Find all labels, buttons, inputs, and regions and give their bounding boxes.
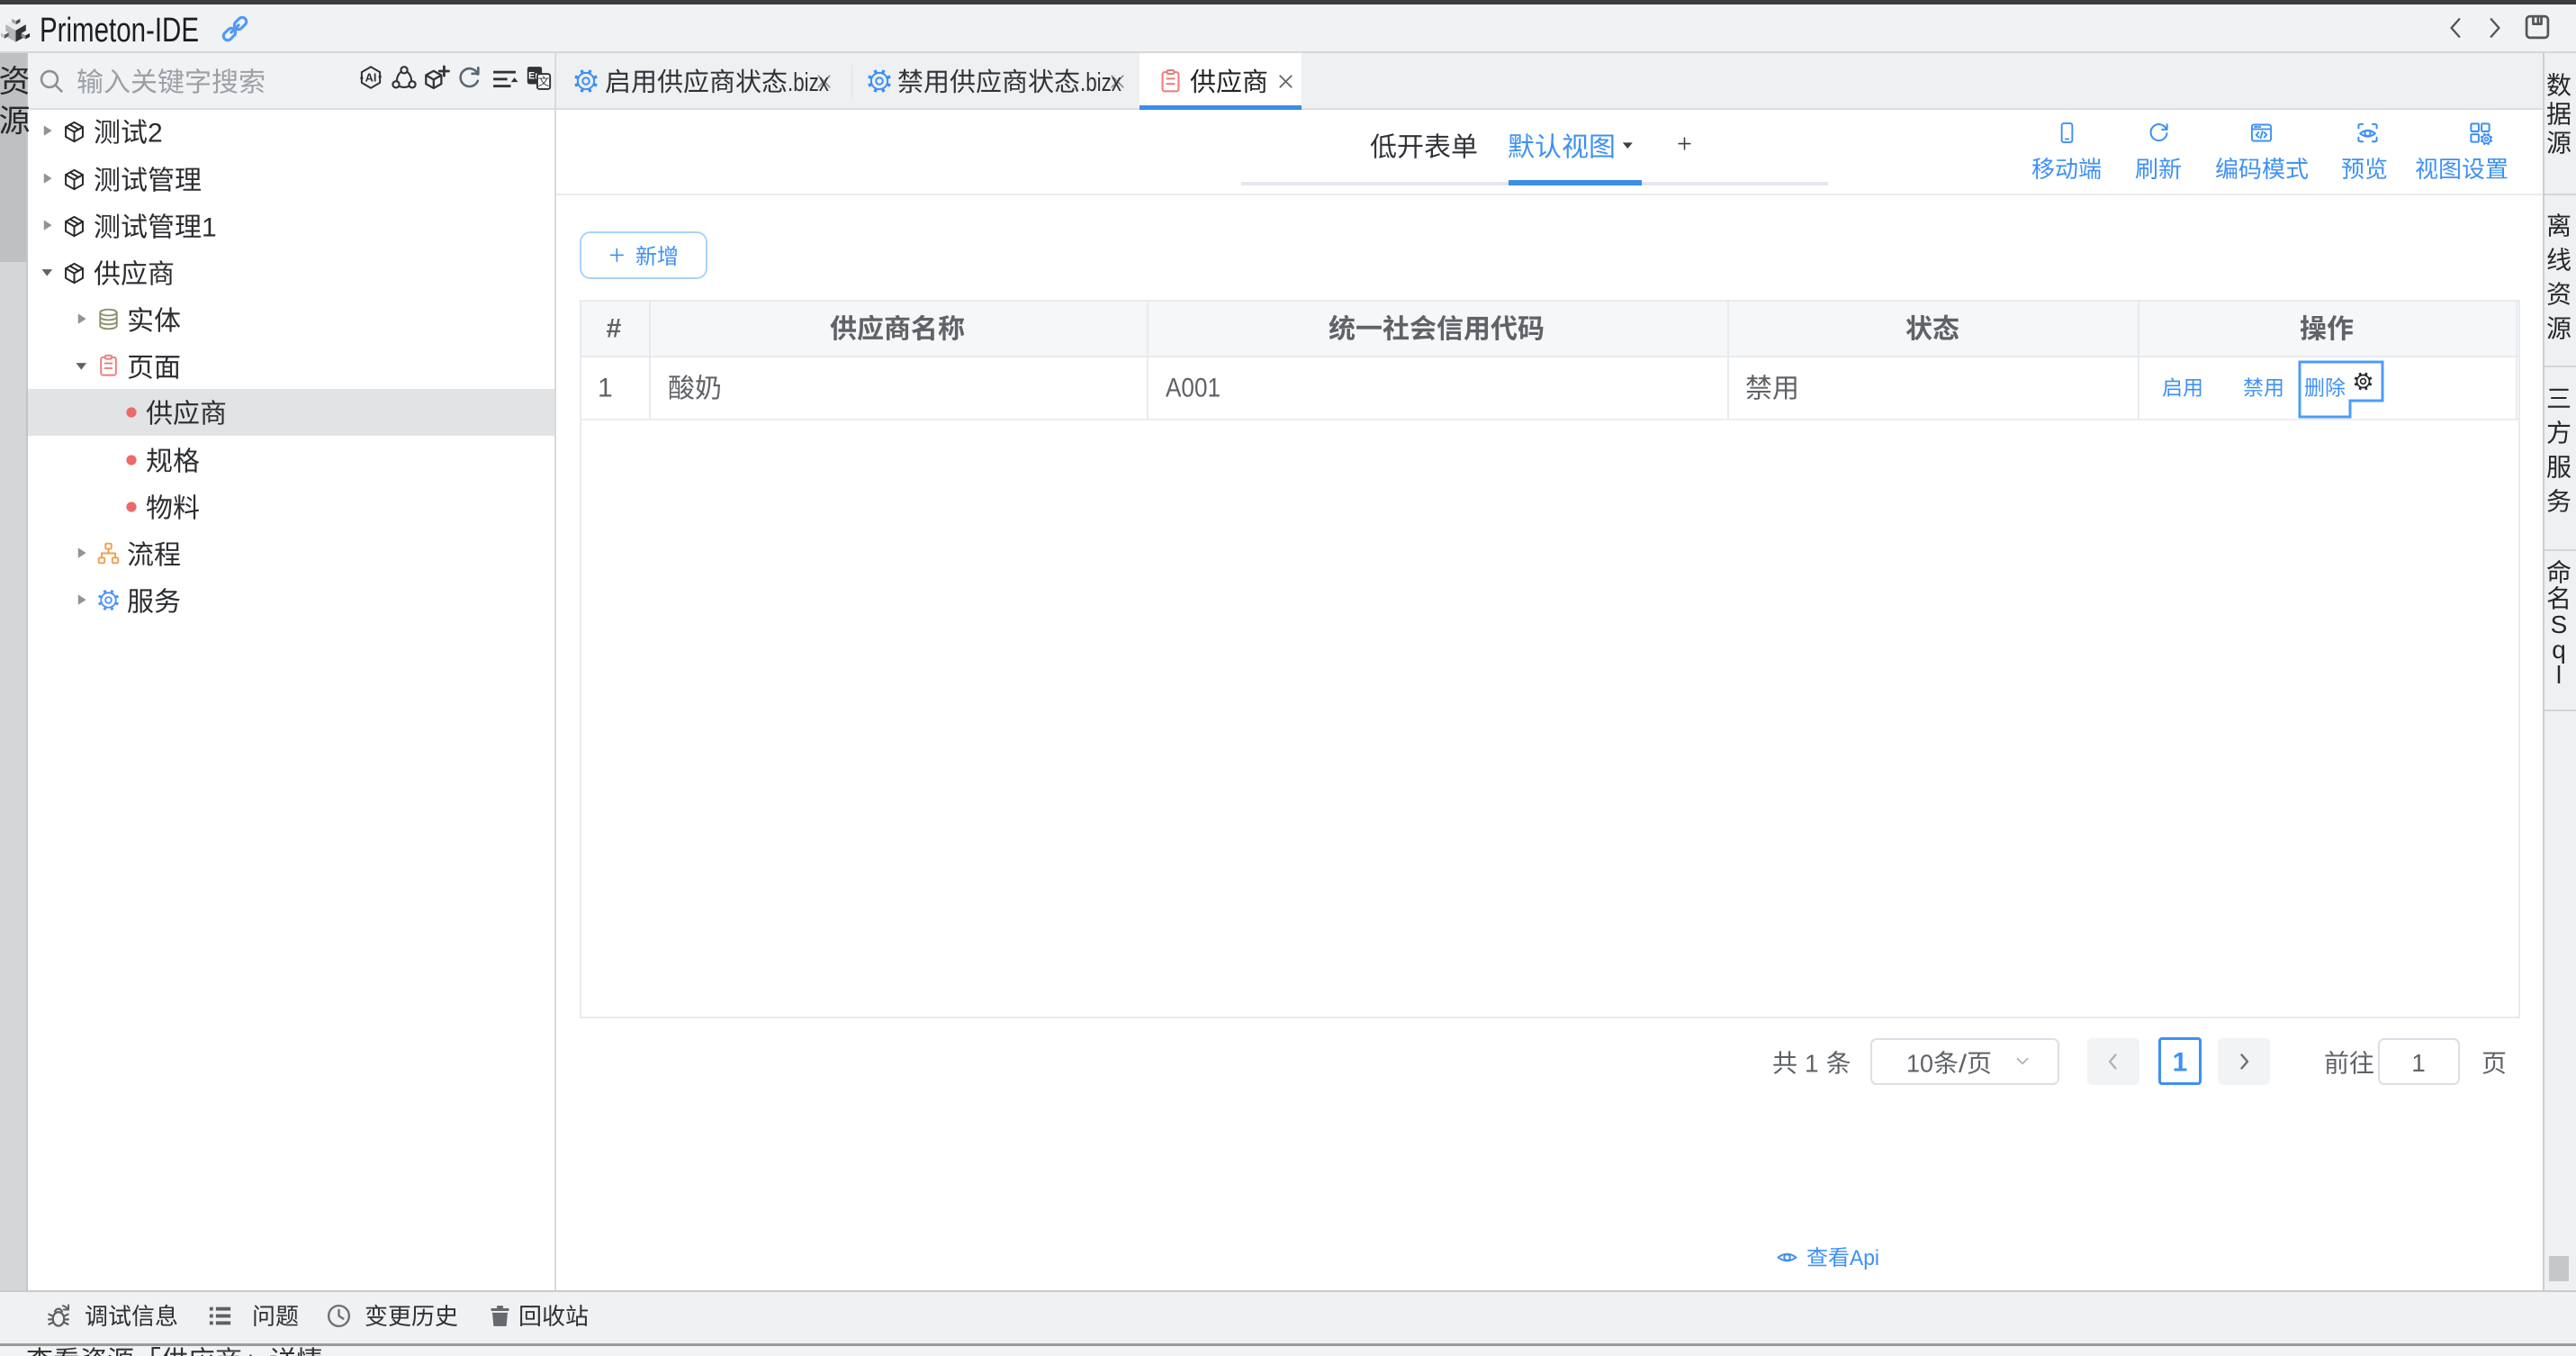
svg-text:A001: A001 — [1166, 374, 1220, 403]
svg-text:1: 1 — [2411, 1049, 2426, 1077]
svg-text:/: / — [1959, 1050, 1967, 1078]
svg-text:S: S — [2551, 610, 2568, 638]
svg-text:Primeton-IDE: Primeton-IDE — [40, 12, 199, 50]
svg-text:l: l — [2556, 661, 2562, 689]
svg-text:q: q — [2552, 636, 2566, 664]
svg-text:2: 2 — [148, 118, 163, 148]
svg-text:.bizx: .bizx — [1080, 68, 1121, 97]
svg-text:1: 1 — [598, 374, 613, 403]
svg-text:1: 1 — [202, 212, 217, 242]
svg-text:1: 1 — [1805, 1050, 1819, 1078]
svg-text:#: # — [607, 314, 622, 344]
svg-text:Api: Api — [1850, 1246, 1879, 1270]
svg-text:1: 1 — [2173, 1048, 2188, 1078]
svg-text:10: 10 — [1906, 1050, 1933, 1078]
svg-text:.bizx: .bizx — [788, 68, 829, 97]
